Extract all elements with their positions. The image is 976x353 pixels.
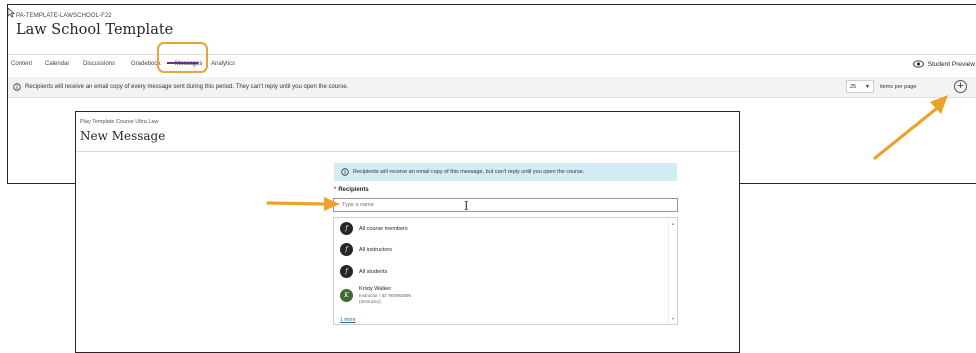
- panel-header: Play Template Course Ultra Law New Messa…: [76, 112, 739, 152]
- tab-discussions[interactable]: Discussions: [83, 61, 115, 67]
- option-user[interactable]: K Kristy Walker Instructor / ID: 9009628…: [340, 286, 411, 304]
- recipients-label-text: Recipients: [338, 187, 369, 193]
- student-preview-button[interactable]: Student Preview: [912, 60, 975, 68]
- panel-info-text: Recipients will receive an email copy of…: [353, 169, 585, 175]
- messages-highlight-box: [157, 42, 208, 73]
- info-icon: [13, 83, 21, 91]
- course-code: PA-TEMPLATE-LAWSCHOOL-F22: [16, 13, 112, 19]
- info-icon: [341, 168, 349, 176]
- required-marker: *: [334, 187, 337, 193]
- user-avatar: K: [340, 288, 353, 302]
- list-scrollbar[interactable]: ▲ ▼: [668, 218, 677, 324]
- new-message-panel: Play Template Course Ultra Law New Messa…: [75, 111, 740, 353]
- option-all-course-members[interactable]: f All course members: [340, 222, 408, 235]
- arrow-to-add-button-icon: [873, 95, 948, 160]
- user-detail: Instructor / ID: 900962896: [359, 293, 412, 298]
- option-all-instructors[interactable]: f All instructors: [340, 243, 392, 256]
- scroll-down-icon[interactable]: ▼: [671, 316, 675, 321]
- panel-course-name: Play Template Course Ultra Law: [80, 119, 159, 125]
- eye-refresh-icon: [912, 60, 924, 68]
- info-bar: Recipients will receive an email copy of…: [8, 77, 976, 98]
- student-preview-label: Student Preview: [927, 60, 975, 68]
- info-bar-text: Recipients will receive an email copy of…: [25, 84, 349, 90]
- plus-icon: +: [957, 80, 964, 92]
- tab-analytics[interactable]: Analytics: [211, 61, 235, 67]
- arrow-to-recipients-icon: [266, 197, 340, 211]
- tab-content[interactable]: Content: [11, 61, 32, 67]
- recipients-input[interactable]: [333, 198, 678, 212]
- items-per-page-label: items per page: [880, 84, 917, 90]
- option-label: All course members: [359, 225, 408, 232]
- group-avatar-icon: f: [340, 222, 353, 235]
- recipient-list: f All course members f All instructors f…: [333, 217, 678, 325]
- panel-title: New Message: [80, 129, 166, 143]
- recipients-label: * Recipients: [334, 187, 369, 193]
- text-cursor-icon: I: [464, 199, 469, 213]
- more-link[interactable]: 1 more: [340, 317, 356, 323]
- group-avatar-icon: f: [340, 243, 353, 256]
- user-name: Kristy Walker: [359, 286, 392, 292]
- chevron-down-icon: ▼: [865, 83, 870, 90]
- mouse-cursor-icon: [8, 7, 15, 18]
- page-size-value: 25: [850, 83, 857, 90]
- option-label: All students: [359, 268, 388, 275]
- group-avatar-icon: f: [340, 265, 353, 278]
- scroll-up-icon[interactable]: ▲: [671, 221, 675, 226]
- tab-calendar[interactable]: Calendar: [45, 61, 69, 67]
- panel-info-banner: Recipients will receive an email copy of…: [334, 163, 677, 181]
- course-nav: Content Calendar Discussions Gradebook M…: [8, 54, 976, 78]
- course-title: Law School Template: [16, 22, 174, 38]
- option-label: All instructors: [359, 246, 393, 253]
- option-all-students[interactable]: f All students: [340, 265, 387, 278]
- user-role: (Instructor): [359, 299, 381, 304]
